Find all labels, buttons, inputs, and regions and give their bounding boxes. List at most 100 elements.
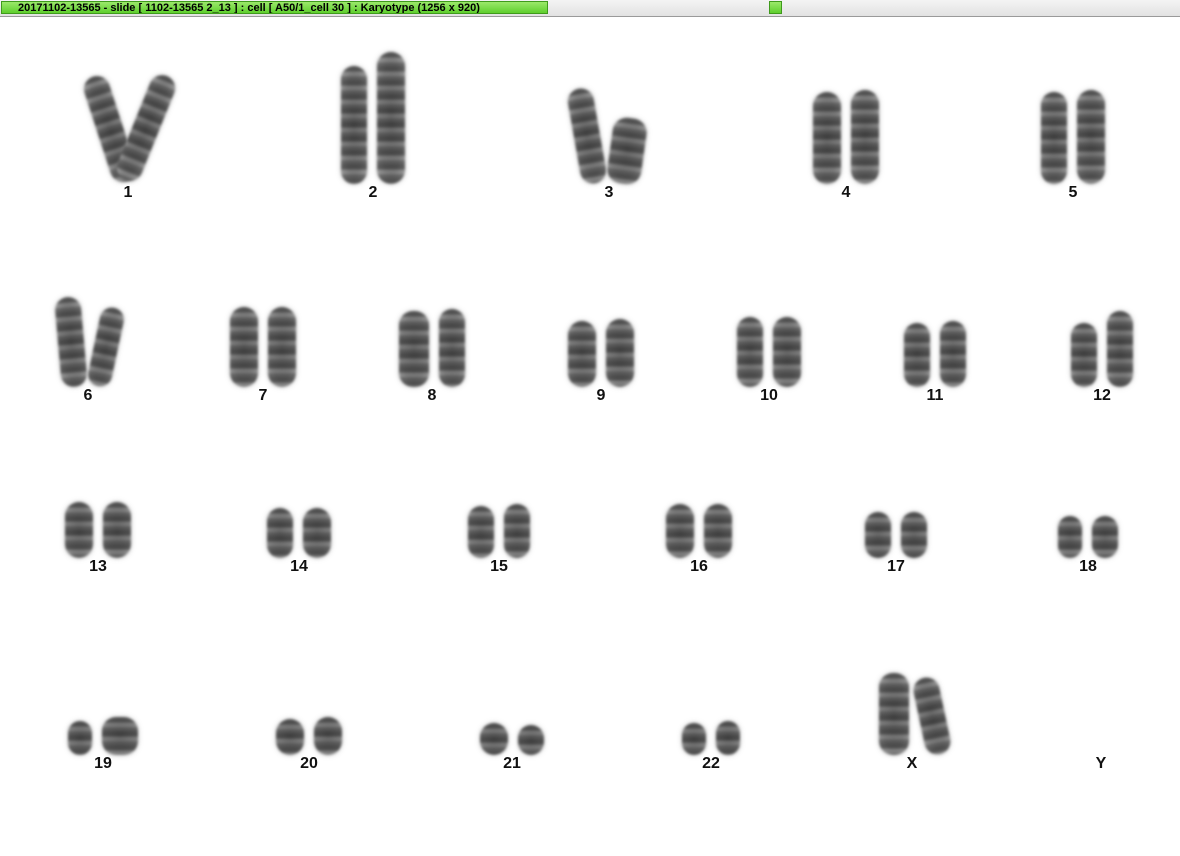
chromosome-label-14: 14	[290, 558, 308, 575]
homolog-pair	[699, 317, 839, 387]
chromosome-image[interactable]	[704, 504, 732, 558]
homolog-pair	[1003, 90, 1143, 184]
chromosome-image[interactable]	[666, 504, 694, 558]
chromosome-slot-2[interactable]: 2	[303, 37, 443, 202]
chromosome-image[interactable]	[303, 508, 331, 558]
chromosome-slot-12[interactable]: 12	[1032, 303, 1172, 405]
chromosome-image[interactable]	[716, 721, 740, 755]
chromosome-slot-19[interactable]: 19	[33, 705, 173, 773]
chromosome-image[interactable]	[851, 90, 879, 184]
chromosome-image[interactable]	[682, 723, 706, 755]
window-title-tab[interactable]: 20171102-13565 - slide [ 1102-13565 2_13…	[1, 1, 548, 14]
chromosome-image[interactable]	[606, 319, 634, 387]
homolog-pair	[33, 717, 173, 755]
chromosome-image[interactable]	[879, 673, 909, 755]
chromosome-image[interactable]	[901, 512, 927, 558]
chromosome-label-2: 2	[368, 184, 378, 201]
chromosome-slot-x[interactable]: X	[842, 662, 982, 773]
chromosome-image[interactable]	[54, 296, 88, 388]
chromosome-image[interactable]	[773, 317, 801, 387]
chromosome-image[interactable]	[605, 115, 649, 187]
chromosome-slot-15[interactable]: 15	[429, 495, 569, 576]
chromosome-image[interactable]	[940, 321, 966, 387]
chromosome-image[interactable]	[267, 508, 293, 558]
chromosome-image[interactable]	[85, 305, 127, 389]
chromosome-image[interactable]	[399, 311, 429, 387]
chromosome-image[interactable]	[813, 92, 841, 184]
chromosome-slot-10[interactable]: 10	[699, 307, 839, 405]
chromosome-image[interactable]	[102, 717, 138, 755]
homolog-pair	[1032, 311, 1172, 387]
chromosome-label-1: 1	[123, 184, 133, 201]
chromosome-image[interactable]	[1077, 90, 1105, 184]
chromosome-label-3: 3	[604, 184, 614, 201]
chromosome-slot-17[interactable]: 17	[826, 502, 966, 576]
chromosome-slot-22[interactable]: 22	[641, 713, 781, 773]
chromosome-image[interactable]	[1041, 92, 1067, 184]
chromosome-image[interactable]	[504, 504, 530, 558]
homolog-pair	[18, 296, 158, 389]
chromosome-image[interactable]	[230, 307, 258, 387]
chromosome-slot-21[interactable]: 21	[442, 713, 582, 773]
chromosome-slot-7[interactable]: 7	[193, 295, 333, 405]
chromosome-image[interactable]	[1092, 516, 1118, 558]
chromosome-label-19: 19	[94, 755, 112, 772]
chromosome-image[interactable]	[468, 506, 494, 558]
homolog-pair	[28, 502, 168, 558]
chromosome-slot-13[interactable]: 13	[28, 491, 168, 576]
chromosome-image[interactable]	[518, 725, 544, 755]
chromosome-slot-8[interactable]: 8	[362, 297, 502, 405]
chromosome-label-11: 11	[926, 387, 944, 404]
chromosome-image[interactable]	[737, 317, 763, 387]
chromosome-slot-11[interactable]: 11	[865, 311, 1005, 405]
chromosome-slot-1[interactable]: 1	[58, 57, 198, 202]
homolog-pair	[1018, 516, 1158, 558]
chromosome-image[interactable]	[314, 717, 342, 755]
window-title: 20171102-13565 - slide [ 1102-13565 2_13…	[18, 2, 480, 14]
chromosome-label-x: X	[906, 755, 918, 772]
homolog-pair	[58, 71, 198, 186]
homolog-pair	[629, 504, 769, 558]
chromosome-slot-y[interactable]: Y	[1031, 717, 1171, 773]
chromosome-slot-4[interactable]: 4	[776, 77, 916, 202]
chromosome-image[interactable]	[68, 721, 92, 755]
homolog-pair	[641, 721, 781, 755]
chromosome-image[interactable]	[377, 52, 405, 184]
chromosome-label-4: 4	[841, 184, 851, 201]
chromosome-image[interactable]	[568, 321, 596, 387]
chromosome-image[interactable]	[865, 512, 891, 558]
homolog-pair	[842, 673, 982, 757]
homolog-pair	[362, 309, 502, 387]
chromosome-image[interactable]	[439, 309, 465, 387]
chromosome-image[interactable]	[480, 723, 508, 755]
chromosome-slot-14[interactable]: 14	[229, 499, 369, 576]
chromosome-image[interactable]	[1058, 516, 1082, 558]
chromosome-label-18: 18	[1079, 558, 1097, 575]
chromosome-image[interactable]	[65, 502, 93, 558]
chromosome-slot-3[interactable]: 3	[539, 72, 679, 202]
chromosome-label-12: 12	[1093, 387, 1111, 404]
chromosome-slot-20[interactable]: 20	[239, 709, 379, 773]
chromosome-image[interactable]	[276, 719, 304, 755]
chromosome-label-20: 20	[300, 755, 318, 772]
chromosome-image[interactable]	[1071, 323, 1097, 387]
chromosome-slot-18[interactable]: 18	[1018, 507, 1158, 576]
chromosome-image[interactable]	[1107, 311, 1133, 387]
chromosome-image[interactable]	[268, 307, 296, 387]
chromosome-image[interactable]	[103, 502, 131, 558]
titlebar-slider-thumb[interactable]	[769, 1, 782, 14]
homolog-pair	[239, 717, 379, 755]
chromosome-image[interactable]	[911, 675, 953, 757]
homolog-pair	[531, 319, 671, 387]
homolog-pair	[865, 321, 1005, 387]
homolog-pair	[826, 512, 966, 558]
chromosome-image[interactable]	[904, 323, 930, 387]
chromosome-label-10: 10	[760, 387, 778, 404]
chromosome-slot-16[interactable]: 16	[629, 495, 769, 576]
chromosome-label-y: Y	[1095, 755, 1107, 772]
chromosome-slot-9[interactable]: 9	[531, 307, 671, 405]
chromosome-slot-5[interactable]: 5	[1003, 75, 1143, 202]
chromosome-image[interactable]	[341, 66, 367, 184]
chromosome-image[interactable]	[565, 86, 609, 186]
chromosome-slot-6[interactable]: 6	[18, 287, 158, 405]
